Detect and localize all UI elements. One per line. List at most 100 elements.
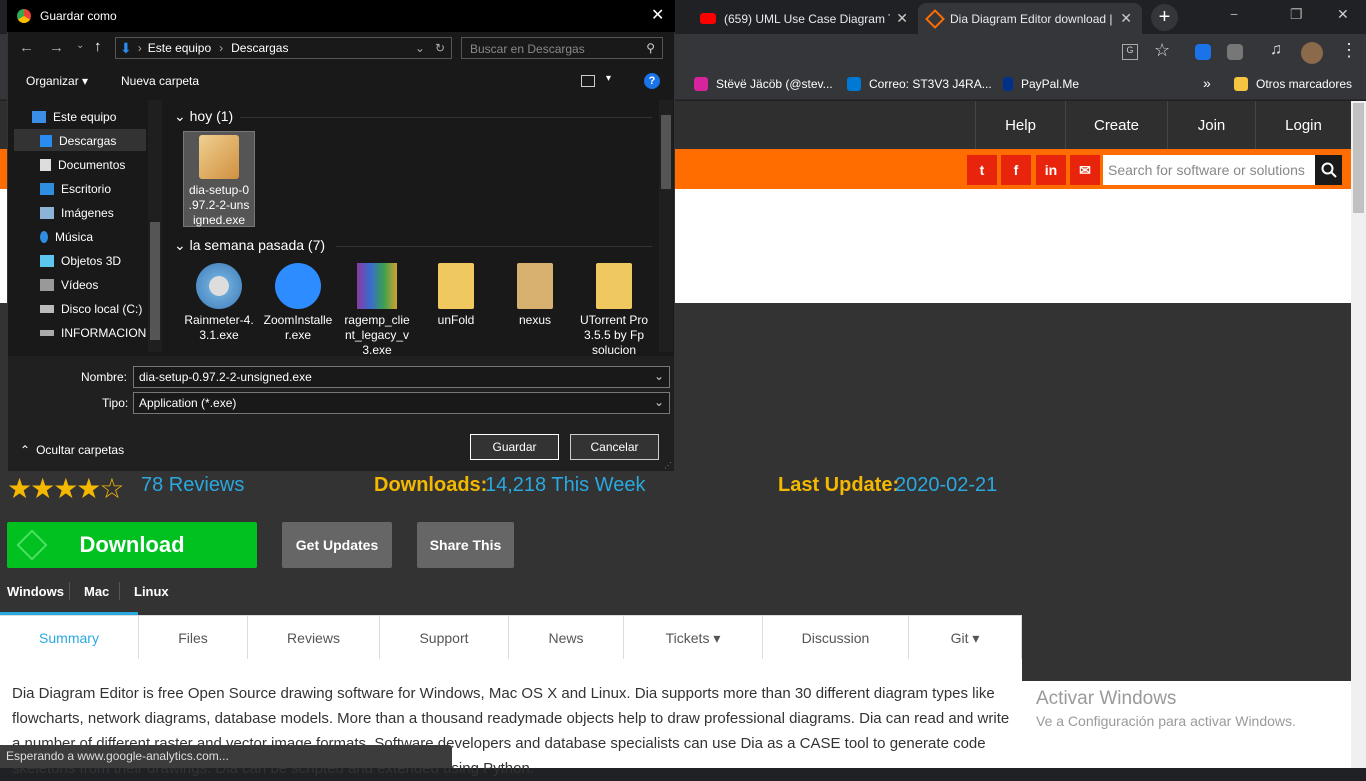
- avatar[interactable]: [1301, 42, 1323, 64]
- nav-este-equipo[interactable]: Este equipo: [32, 110, 116, 124]
- tab-reviews[interactable]: Reviews: [248, 616, 380, 660]
- review-count-link[interactable]: 78 Reviews: [141, 474, 244, 497]
- outlook-icon: [847, 77, 861, 91]
- nav-scrollbar-thumb[interactable]: [150, 222, 160, 340]
- bookmark-instagram[interactable]: Stëvë Jäcöb (@stev...: [694, 77, 833, 91]
- filetype-select[interactable]: Application (*.exe) ⌄: [133, 392, 670, 414]
- nav-descargas[interactable]: Descargas: [40, 134, 116, 148]
- dialog-close-button[interactable]: ✕: [651, 5, 664, 25]
- chevron-down-icon[interactable]: ⌄: [654, 395, 664, 409]
- file-zoom[interactable]: ZoomInstaller.exe: [262, 263, 334, 343]
- new-tab-button[interactable]: +: [1151, 4, 1178, 31]
- dialog-search-input[interactable]: Buscar en Descargas ⚲: [461, 37, 663, 59]
- bookmark-star-icon[interactable]: ☆: [1154, 40, 1170, 61]
- hide-folders-toggle[interactable]: ⌃ Ocultar carpetas: [20, 443, 124, 457]
- save-button[interactable]: Guardar: [470, 434, 559, 460]
- tab-news[interactable]: News: [509, 616, 624, 660]
- twitter-icon[interactable]: t: [967, 155, 997, 185]
- view-options-icon[interactable]: [581, 75, 595, 87]
- nav-documentos[interactable]: Documentos: [40, 158, 125, 172]
- organize-button[interactable]: Organizar ▾: [26, 74, 88, 88]
- translate-icon[interactable]: G: [1122, 44, 1138, 60]
- nav-musica[interactable]: Música: [40, 230, 93, 244]
- downloads-value[interactable]: 14,218 This Week: [485, 474, 645, 497]
- nav-create[interactable]: Create: [1065, 101, 1167, 149]
- tab-files[interactable]: Files: [139, 616, 248, 660]
- resize-grip-icon[interactable]: ⋰: [664, 461, 672, 470]
- share-button[interactable]: Share This: [417, 522, 514, 568]
- file-scrollbar-thumb[interactable]: [661, 115, 671, 189]
- nav-help[interactable]: Help: [975, 101, 1065, 149]
- nav-escritorio[interactable]: Escritorio: [40, 182, 111, 196]
- media-control-icon[interactable]: ♫: [1270, 41, 1282, 59]
- tab-tickets[interactable]: Tickets ▾: [624, 616, 763, 660]
- nav-disco-local[interactable]: Disco local (C:): [40, 302, 142, 316]
- nav-label: INFORMACION: [61, 326, 147, 340]
- tab-support[interactable]: Support: [380, 616, 509, 660]
- close-tab-icon[interactable]: ✕: [1120, 10, 1132, 27]
- computer-icon: [32, 111, 46, 123]
- tab-discussion[interactable]: Discussion: [763, 616, 909, 660]
- folder-unfold[interactable]: unFold: [420, 263, 492, 328]
- chevron-down-icon[interactable]: ⌄: [654, 369, 664, 383]
- facebook-icon[interactable]: f: [1001, 155, 1031, 185]
- filename-input[interactable]: dia-setup-0.97.2-2-unsigned.exe ⌄: [133, 366, 670, 388]
- address-dropdown-icon[interactable]: ⌄: [415, 41, 425, 55]
- view-dropdown-icon[interactable]: ▾: [606, 73, 611, 84]
- menu-icon[interactable]: ⋮: [1340, 40, 1358, 61]
- address-bar[interactable]: ⬇ › Este equipo › Descargas ⌄ ↻: [115, 37, 452, 59]
- extension-cloud-icon[interactable]: [1195, 44, 1211, 60]
- nav-objetos-3d[interactable]: Objetos 3D: [40, 254, 121, 268]
- nav-join[interactable]: Join: [1167, 101, 1255, 149]
- minimize-button[interactable]: −: [1230, 6, 1238, 22]
- nav-videos[interactable]: Vídeos: [40, 278, 98, 292]
- up-arrow-icon[interactable]: ↑: [94, 38, 102, 55]
- file-ragemp[interactable]: ragemp_client_legacy_v3.exe: [341, 263, 413, 358]
- other-bookmarks[interactable]: Otros marcadores: [1234, 77, 1352, 91]
- download-button[interactable]: Download: [7, 522, 257, 568]
- os-mac: Mac: [84, 584, 110, 599]
- file-dia-setup[interactable]: dia-setup-0 .97.2-2-uns igned.exe: [183, 131, 255, 227]
- divider: [240, 117, 652, 118]
- cancel-button[interactable]: Cancelar: [570, 434, 659, 460]
- bookmark-label: PayPal.Me: [1021, 77, 1080, 91]
- group-label: hoy (1): [189, 108, 234, 124]
- tab-git[interactable]: Git ▾: [909, 616, 1022, 660]
- back-arrow-icon[interactable]: ←: [19, 39, 34, 56]
- site-search-input[interactable]: Search for software or solutions: [1103, 155, 1315, 185]
- chevron-down-icon[interactable]: ⌄: [76, 40, 84, 51]
- filetype-value: Application (*.exe): [139, 396, 237, 410]
- tab-dia[interactable]: Dia Diagram Editor download | ✕: [918, 3, 1142, 34]
- bookmark-paypal[interactable]: PayPal.Me: [1003, 77, 1079, 91]
- breadcrumb-descargas[interactable]: Descargas: [231, 41, 288, 55]
- folder-nexus[interactable]: nexus: [499, 263, 571, 328]
- nav-label: Escritorio: [61, 182, 112, 196]
- bookmarks-overflow[interactable]: »: [1203, 75, 1211, 91]
- group-today-header[interactable]: ⌄ hoy (1): [174, 108, 233, 125]
- forward-arrow-icon[interactable]: →: [49, 39, 64, 56]
- group-week-header[interactable]: ⌄ la semana pasada (7): [174, 237, 325, 254]
- tab-summary[interactable]: Summary: [0, 616, 139, 660]
- search-icon[interactable]: [1315, 155, 1342, 185]
- breadcrumb-este-equipo[interactable]: Este equipo: [148, 41, 211, 55]
- file-rainmeter[interactable]: Rainmeter-4.3.1.exe: [183, 263, 255, 343]
- nav-informacion[interactable]: INFORMACION: [40, 326, 146, 340]
- new-folder-button[interactable]: Nueva carpeta: [121, 74, 199, 88]
- status-bar: Esperando a www.google-analytics.com...: [0, 745, 452, 768]
- get-updates-button[interactable]: Get Updates: [282, 522, 392, 568]
- extension-icon[interactable]: [1227, 44, 1243, 60]
- linkedin-icon[interactable]: in: [1036, 155, 1066, 185]
- page-scrollbar-thumb[interactable]: [1353, 103, 1364, 213]
- help-icon[interactable]: ?: [644, 73, 660, 89]
- nav-imagenes[interactable]: Imágenes: [40, 206, 114, 220]
- folder-utorrent[interactable]: UTorrent Pro 3.5.5 by Fp solucion: [578, 263, 650, 358]
- bookmark-outlook[interactable]: Correo: ST3V3 J4RA...: [847, 77, 992, 91]
- tab-uml[interactable]: (659) UML Use Case Diagram T ✕: [690, 3, 918, 34]
- instagram-icon: [694, 77, 708, 91]
- email-icon[interactable]: ✉: [1070, 155, 1100, 185]
- nav-login[interactable]: Login: [1255, 101, 1351, 149]
- restore-button[interactable]: ❐: [1290, 6, 1303, 23]
- close-window-button[interactable]: ✕: [1337, 6, 1349, 23]
- close-tab-icon[interactable]: ✕: [896, 10, 908, 27]
- refresh-icon[interactable]: ↻: [435, 41, 445, 55]
